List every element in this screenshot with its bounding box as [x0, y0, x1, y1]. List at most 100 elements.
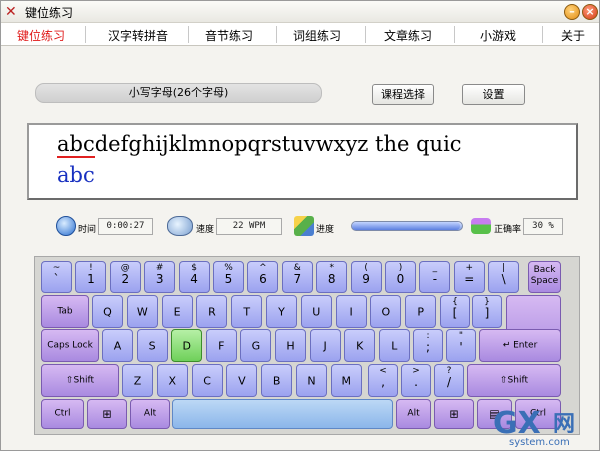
- key-k[interactable]: K: [344, 329, 376, 362]
- key-h[interactable]: H: [275, 329, 306, 362]
- close-button[interactable]: ×: [582, 4, 598, 20]
- key-8-base: 8: [327, 272, 336, 286]
- key-4-base: 4: [190, 272, 198, 286]
- key-a[interactable]: A: [102, 329, 133, 362]
- key-j[interactable]: J: [309, 329, 341, 362]
- key-6[interactable]: ^ 6: [247, 261, 279, 293]
- key-m[interactable]: M: [330, 364, 362, 397]
- key-enter[interactable]: ↵ Enter: [479, 329, 561, 362]
- key-q-label: Q: [103, 305, 112, 318]
- key-right-brace[interactable]: }]: [472, 295, 502, 328]
- key-e[interactable]: E: [161, 295, 193, 328]
- key-y-label: Y: [278, 305, 285, 318]
- key-a-label: A: [113, 339, 122, 352]
- key-7[interactable]: & 7: [281, 261, 313, 293]
- key-0-base: 0: [396, 272, 405, 286]
- key-i[interactable]: I: [335, 295, 367, 328]
- watermark-text-big: GX: [493, 406, 541, 441]
- key-d[interactable]: D: [171, 329, 203, 362]
- key-z[interactable]: Z: [122, 364, 153, 397]
- key-4[interactable]: $4: [178, 261, 210, 293]
- practice-source-line: abcdefghijklmnopqrstuvwxyz the quic: [57, 132, 462, 158]
- key-c[interactable]: C: [191, 364, 223, 397]
- key-o[interactable]: O: [370, 295, 402, 328]
- key-slash[interactable]: ? /: [434, 364, 464, 397]
- menu-separator: [188, 26, 189, 43]
- key-b-label: B: [272, 374, 281, 387]
- key-comma[interactable]: <,: [368, 364, 398, 397]
- key-period-base: .: [414, 375, 418, 389]
- key-z-label: Z: [133, 374, 142, 387]
- key-alt-left[interactable]: Alt: [130, 399, 170, 429]
- key-n[interactable]: N: [296, 364, 327, 397]
- menu-item-phrase[interactable]: 词组练习: [285, 27, 349, 44]
- title-bar: ✕ 键位练习 – ×: [1, 1, 599, 23]
- key-r[interactable]: R: [196, 295, 228, 328]
- key-y[interactable]: Y: [266, 295, 297, 328]
- key-c-label: C: [203, 374, 211, 387]
- key-x-label: X: [168, 374, 177, 387]
- progress-label: 进度: [316, 225, 335, 235]
- key-x[interactable]: X: [156, 364, 188, 397]
- menu-separator: [454, 26, 455, 43]
- key-s[interactable]: S: [136, 329, 168, 362]
- key-8[interactable]: * 8: [316, 261, 348, 293]
- key-v[interactable]: V: [226, 364, 258, 397]
- key-=[interactable]: + =: [453, 261, 485, 293]
- key-caps-lock[interactable]: Caps Lock: [41, 329, 99, 362]
- key-backslash[interactable]: | \: [488, 261, 520, 293]
- key-quote[interactable]: " ': [446, 329, 476, 362]
- key-2[interactable]: @2: [109, 261, 141, 293]
- key-t[interactable]: T: [231, 295, 263, 328]
- key-9[interactable]: (9: [350, 261, 382, 293]
- practice-text-area[interactable]: abcdefghijklmnopqrstuvwxyz the quic abc: [27, 123, 578, 200]
- key-shift-right[interactable]: ⇧Shift: [467, 364, 561, 397]
- key-l[interactable]: L: [378, 329, 410, 362]
- key-f[interactable]: F: [205, 329, 237, 362]
- menu-item-article[interactable]: 文章练习: [376, 27, 440, 44]
- key-0[interactable]: ) 0: [385, 261, 416, 293]
- key-3[interactable]: #3: [144, 261, 176, 293]
- key-period[interactable]: >.: [401, 364, 431, 397]
- speedometer-icon: [167, 216, 193, 236]
- key-1[interactable]: ! 1: [75, 261, 107, 293]
- key-g[interactable]: G: [240, 329, 272, 362]
- key-left-brace[interactable]: {[: [440, 295, 470, 328]
- shift-arrow-icon: ⇧: [65, 375, 74, 385]
- accuracy-value: 30 %: [523, 218, 563, 235]
- key-windows-left[interactable]: ⊞: [87, 399, 127, 429]
- key-o-label: O: [381, 305, 391, 318]
- key-semicolon[interactable]: :;: [413, 329, 443, 362]
- key-p[interactable]: P: [405, 295, 437, 328]
- window-title: 键位练习: [25, 6, 74, 20]
- menu-item-about[interactable]: 关于: [551, 27, 595, 44]
- menu-separator: [542, 26, 543, 43]
- key-w[interactable]: W: [126, 295, 158, 328]
- menu-item-games[interactable]: 小游戏: [466, 27, 530, 44]
- key-backspace[interactable]: Back Space: [528, 261, 561, 293]
- course-select-button[interactable]: 课程选择: [372, 84, 434, 105]
- key-p-label: P: [417, 305, 424, 318]
- key-s-label: S: [148, 339, 156, 352]
- key-space[interactable]: [172, 399, 393, 429]
- menu-separator: [365, 26, 366, 43]
- key-ctrl-left[interactable]: Ctrl: [41, 399, 84, 429]
- key-q[interactable]: Q: [92, 295, 123, 328]
- menu-item-syllable[interactable]: 音节练习: [197, 27, 261, 44]
- key-tab[interactable]: Tab: [41, 295, 89, 328]
- settings-button[interactable]: 设置: [462, 84, 525, 105]
- key-5[interactable]: % 5: [213, 261, 244, 293]
- key-alt-left-label: Alt: [143, 408, 157, 419]
- key-`[interactable]: ~ `: [41, 261, 72, 293]
- key-alt-right[interactable]: Alt: [396, 399, 431, 429]
- key-shift-left[interactable]: ⇧Shift: [41, 364, 119, 397]
- key--[interactable]: _ -: [419, 261, 451, 293]
- key-windows-right[interactable]: ⊞: [434, 399, 474, 429]
- key-b[interactable]: B: [261, 364, 293, 397]
- key-t-label: T: [243, 305, 251, 318]
- key-n-label: N: [307, 374, 316, 387]
- key-u[interactable]: U: [300, 295, 332, 328]
- minimize-button[interactable]: –: [564, 4, 580, 20]
- menu-item-hanzi-pinyin[interactable]: 汉字转拼音: [98, 27, 178, 44]
- menu-item-key-practice[interactable]: 键位练习: [9, 27, 73, 44]
